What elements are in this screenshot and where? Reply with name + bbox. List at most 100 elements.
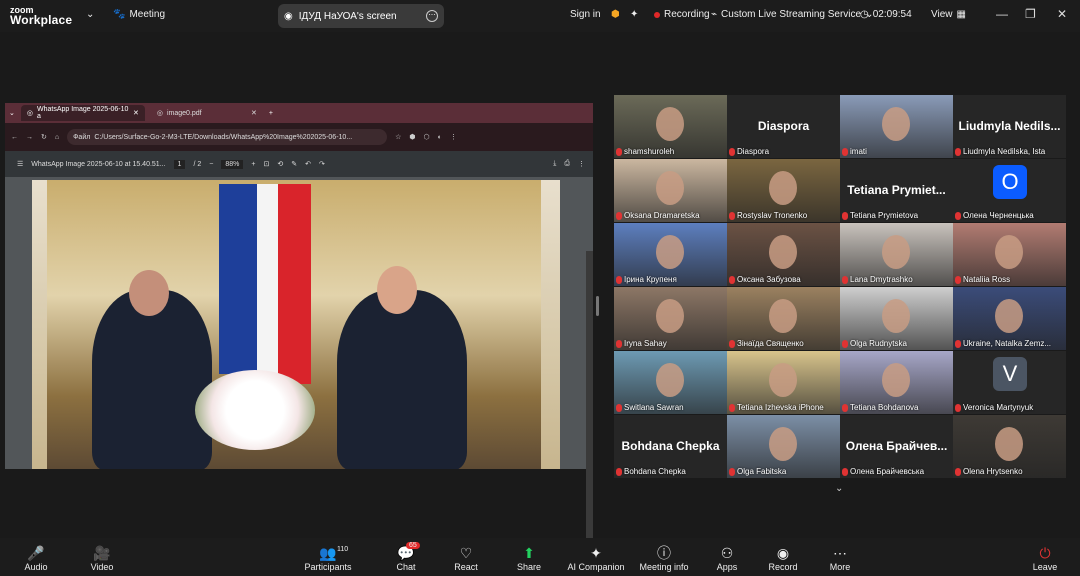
participant-tile[interactable]: Oksana Dramaretska [614, 159, 727, 222]
record-button[interactable]: ◉ Record [753, 544, 813, 572]
fit-page-icon[interactable]: ⊡ [263, 160, 269, 168]
participant-tile[interactable]: Оксана Забузова [727, 223, 840, 286]
more-button[interactable]: ⋯ More [810, 544, 870, 572]
record-label: Record [768, 562, 798, 572]
split-handle[interactable] [596, 296, 599, 316]
participant-tile[interactable]: Tetiana Prymiet... Tetiana Prymietova [840, 159, 953, 222]
view-label: View [931, 9, 953, 20]
share-button[interactable]: ⬆ Share [499, 544, 559, 572]
participant-name-text: Bohdana Chepka [624, 467, 686, 476]
participant-face [656, 171, 684, 205]
restore-icon[interactable]: ❐ [1025, 7, 1036, 21]
profile-icon[interactable]: ◐ [438, 134, 442, 141]
participant-tile[interactable]: Ukraine, Natalka Zemz... [953, 287, 1066, 350]
participant-tile[interactable]: Rostyslav Tronenko [727, 159, 840, 222]
page-total: / 2 [193, 160, 202, 168]
tab-image0-pdf[interactable]: ◎ image0.pdf ✕ [151, 105, 263, 121]
leave-button[interactable]: ⏻ Leave [1015, 544, 1075, 572]
undo-icon[interactable]: ↶ [305, 160, 311, 168]
meeting-menu[interactable]: 🐾 Meeting [113, 9, 165, 20]
minimize-icon[interactable]: — [996, 7, 1008, 21]
participant-tile[interactable]: imati [840, 95, 953, 158]
tab-whatsapp-image[interactable]: ◎ WhatsApp Image 2025-06-10 a ✕ [20, 105, 145, 121]
next-page-chevron-icon[interactable]: ⌄ [835, 483, 843, 494]
participant-tile[interactable]: Tetiana Izhevska iPhone [727, 351, 840, 414]
video-button[interactable]: 🎥 Video [72, 544, 132, 572]
home-icon[interactable]: ⌂ [55, 134, 59, 141]
close-icon[interactable]: ✕ [133, 109, 139, 117]
participant-tile[interactable]: Olga Fabitska [727, 415, 840, 478]
ai-sparkle-icon[interactable]: ✦ [630, 9, 638, 20]
print-icon[interactable]: ⎙ [564, 160, 570, 168]
close-icon[interactable]: ✕ [1057, 7, 1067, 21]
draw-icon[interactable]: ✎ [291, 160, 297, 168]
participant-tile[interactable]: V Veronica Martynyuk [953, 351, 1066, 414]
pdf-viewer[interactable] [5, 177, 593, 543]
zoom-input[interactable]: 88% [221, 159, 244, 169]
forward-icon[interactable]: → [26, 134, 33, 141]
share-indicator[interactable]: ◉ ІДУД НаУОА's screen ⋯ [278, 4, 444, 28]
clock-icon: ◷ [860, 9, 869, 20]
muted-mic-icon [616, 211, 622, 220]
participants-button[interactable]: 👥 110 Participants [298, 544, 358, 572]
participant-tile[interactable]: Switlana Sawran [614, 351, 727, 414]
recording-indicator[interactable]: Recording [654, 9, 710, 20]
redo-icon[interactable]: ↷ [319, 160, 325, 168]
participant-tile[interactable]: Liudmyla Nedils... Liudmyla Nedilska, Ist… [953, 95, 1066, 158]
meeting-info-label: Meeting info [639, 562, 689, 572]
chevron-down-icon[interactable]: ⌄ [86, 9, 94, 20]
apps-button[interactable]: ⚇ Apps [697, 544, 757, 572]
download-icon[interactable]: ⤓ [553, 160, 556, 168]
meeting-info-button[interactable]: ⓘ Meeting info [634, 544, 694, 572]
extension-icon[interactable]: ⬢ [409, 133, 415, 141]
rotate-icon[interactable]: ⟲ [277, 160, 283, 168]
participant-tile[interactable]: O Олена Черненцька [953, 159, 1066, 222]
participant-name-text: Олена Черненцька [963, 211, 1034, 220]
participant-tile[interactable]: shamshuroleh [614, 95, 727, 158]
participant-face [769, 299, 797, 333]
reload-icon[interactable]: ↻ [41, 133, 47, 141]
zoom-out-icon[interactable]: − [209, 161, 213, 168]
chat-button[interactable]: 💬 65 Chat [376, 542, 436, 572]
participant-tile[interactable]: Diaspora Diaspora [727, 95, 840, 158]
meeting-label: Meeting [129, 9, 166, 20]
tab-menu-icon[interactable]: ⌄ [9, 109, 15, 117]
url-prefix: Файл [73, 133, 91, 141]
participant-tile[interactable]: Олена Брайчев... Олена Брайчевська [840, 415, 953, 478]
view-button[interactable]: View ▦ [931, 9, 966, 20]
hamburger-icon[interactable]: ☰ [17, 160, 23, 168]
streaming-indicator[interactable]: ⌁ Custom Live Streaming Service ⌄ [711, 9, 873, 20]
sign-in-button[interactable]: Sign in [570, 9, 601, 20]
participant-tile[interactable]: Bohdana Chepka Bohdana Chepka [614, 415, 727, 478]
star-icon[interactable]: ☆ [395, 133, 401, 141]
participant-tile[interactable]: Зінаїда Священко [727, 287, 840, 350]
participant-face [656, 235, 684, 269]
participant-tile[interactable]: Olena Hrytsenko [953, 415, 1066, 478]
page-input[interactable]: 1 [173, 159, 186, 169]
menu-icon[interactable]: ⋮ [578, 160, 585, 168]
participant-name-text: Iryna Sahay [624, 339, 667, 348]
zoom-in-icon[interactable]: + [251, 161, 255, 168]
ai-companion-button[interactable]: ✦ AI Companion [566, 544, 626, 572]
participant-tile[interactable]: Iryna Sahay [614, 287, 727, 350]
extension-icon[interactable]: ⬡ [424, 133, 430, 141]
participant-tile[interactable]: Nataliia Ross [953, 223, 1066, 286]
participant-tile[interactable]: Lana Dmytrashko [840, 223, 953, 286]
shield-icon[interactable]: ⬢ [611, 9, 620, 20]
new-tab-icon[interactable]: + [269, 110, 273, 117]
participant-tile[interactable]: Ірина Крупеня [614, 223, 727, 286]
address-bar[interactable]: Файл C:/Users/Surface-Go-2-M3-LTE/Downlo… [67, 129, 388, 145]
audio-button[interactable]: 🎤 Audio [6, 544, 66, 572]
close-icon[interactable]: ✕ [251, 109, 257, 117]
photo-meeting-scene [47, 180, 541, 469]
back-icon[interactable]: ← [11, 134, 18, 141]
share-icon: ⬆ [523, 545, 535, 561]
participant-name: Bohdana Chepka [616, 467, 686, 476]
participant-tile[interactable]: Tetiana Bohdanova [840, 351, 953, 414]
participant-tile[interactable]: Olga Rudnytska [840, 287, 953, 350]
participant-name-text: Oksana Dramaretska [624, 211, 700, 220]
more-icon[interactable]: ⋯ [426, 10, 438, 22]
react-button[interactable]: ♡ React [436, 544, 496, 572]
pdf-scrollbar[interactable] [586, 251, 593, 543]
menu-icon[interactable]: ⋮ [450, 133, 457, 141]
